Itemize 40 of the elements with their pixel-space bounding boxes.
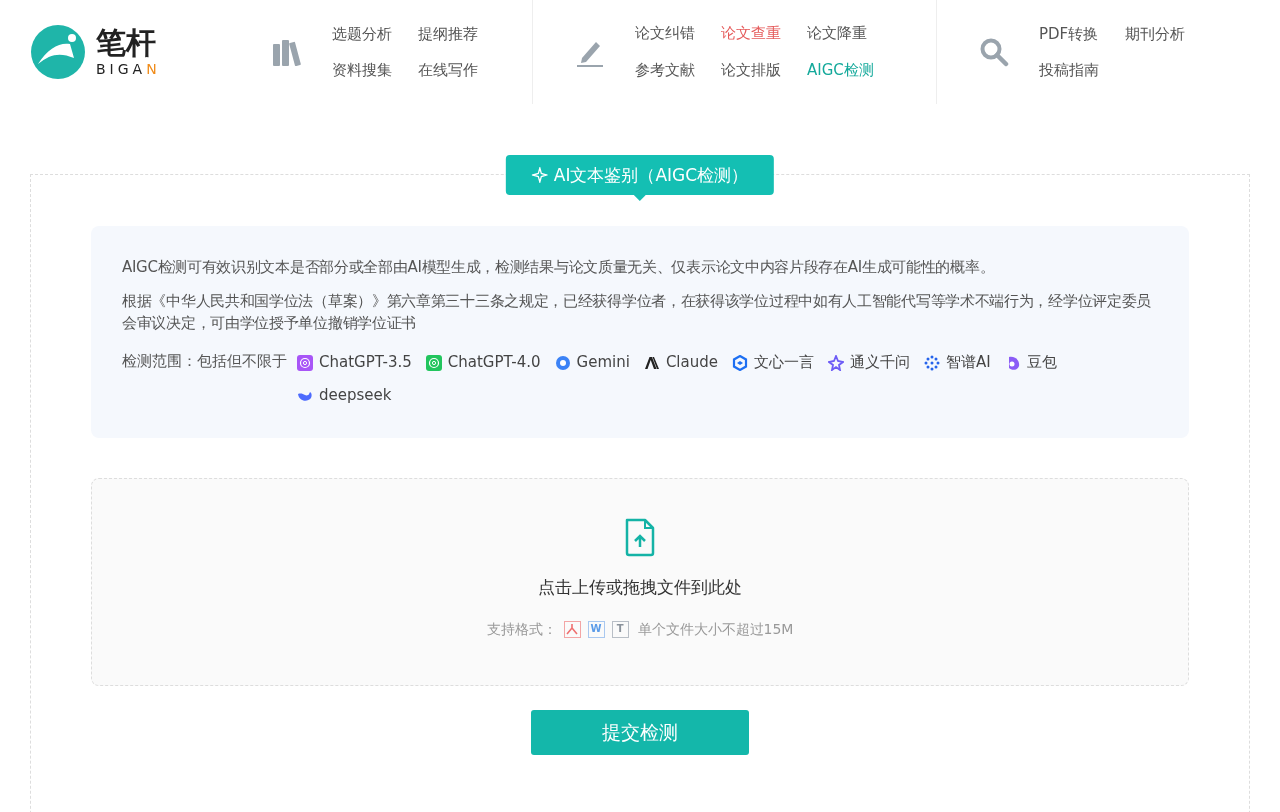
model-name: 豆包 (1026, 352, 1057, 374)
info-paragraph: 根据《中华人民共和国学位法（草案）》第六章第三十三条之规定，已经获得学位者，在获得该学位过程中如有人工智能代写等学术不端行为，经学位评定委员会审议决定，可由学位授予单位撤销学位证书 (122, 291, 1152, 334)
books-icon (272, 38, 302, 66)
formats-label: 支持格式： (486, 619, 557, 639)
nav-link[interactable]: PDF转换 (1039, 22, 1099, 45)
sparkle-icon (531, 167, 548, 183)
file-size-limit: 单个文件大小不超过15M (637, 619, 794, 639)
model-name: ChatGPT-3.5 (319, 352, 412, 374)
nav-link[interactable]: 资料搜集 (332, 59, 392, 82)
text-file-icon: T (611, 620, 629, 638)
model-name: Gemini (576, 352, 630, 374)
model-name: 文心一言 (753, 352, 814, 374)
model-name: ChatGPT-4.0 (447, 352, 541, 374)
nav-link[interactable]: 投稿指南 (1039, 59, 1099, 82)
nav-link[interactable]: 提纲推荐 (418, 22, 478, 45)
nav-link[interactable]: 选题分析 (332, 22, 392, 45)
info-paragraph: AIGC检测可有效识别文本是否部分或全部由AI模型生成，检测结果与论文质量无关、仅表示论文中内容片段存在AI生成可能性的概率。 (122, 257, 996, 278)
search-icon[interactable] (979, 37, 1009, 67)
nav-link[interactable]: 在线写作 (418, 59, 478, 82)
nav-link[interactable]: 参考文献 (635, 58, 695, 82)
nav-link[interactable]: 期刊分析 (1125, 22, 1185, 45)
upload-prompt: 点击上传或拖拽文件到此处 (538, 576, 742, 599)
model-name: 通义千问 (849, 352, 910, 374)
model-name: 智谱AI (945, 352, 991, 374)
file-upload-icon (624, 517, 656, 557)
logo-latin: BIGA N (96, 62, 161, 76)
nav-link[interactable]: 论文排版 (721, 58, 781, 82)
logo-name: 笔杆 (96, 28, 157, 58)
upload-dropzone[interactable]: 点击上传或拖拽文件到此处 支持格式： W T 单个文件大小不超过15M (91, 478, 1189, 686)
section-badge: AI文本鉴别（AIGC检测） (505, 155, 775, 195)
pdf-icon (563, 620, 581, 638)
model-name: deepseek (319, 385, 392, 407)
pen-nib-logo-icon[interactable] (30, 24, 86, 80)
scope-label: 检测范围：包括但不限于 (122, 351, 287, 372)
nav-link[interactable]: 论文纠错 (635, 22, 695, 45)
badge-pointer (634, 195, 646, 201)
word-icon: W (587, 620, 605, 638)
model-name: Claude (665, 352, 718, 374)
nav-link[interactable]: 论文查重 (721, 22, 781, 45)
nav-link[interactable]: 论文降重 (807, 22, 874, 45)
